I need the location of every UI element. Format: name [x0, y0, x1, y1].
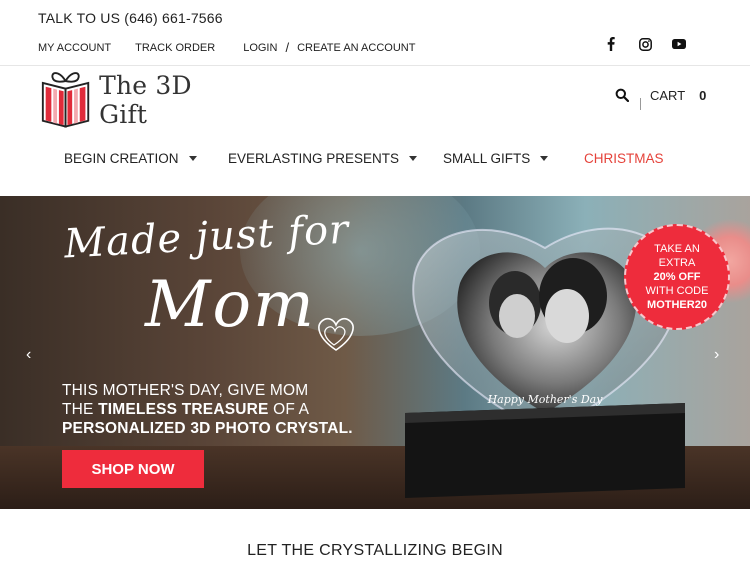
carousel-prev-button[interactable]: ‹ — [26, 346, 31, 364]
chevron-down-icon — [540, 156, 549, 161]
instagram-icon[interactable] — [638, 37, 652, 51]
create-account-link[interactable]: CREATE AN ACCOUNT — [297, 42, 415, 54]
chevron-down-icon — [409, 156, 418, 161]
main-nav: BEGIN CREATION EVERLASTING PRESENTS SMAL… — [0, 151, 750, 171]
promo-badge: TAKE AN EXTRA 20% OFF WITH CODE MOTHER20 — [624, 224, 730, 330]
search-button[interactable] — [615, 88, 631, 104]
tagline-emphasis: PERSONALIZED 3D PHOTO CRYSTAL. — [62, 420, 353, 437]
section-title: LET THE CRYSTALLIZING BEGIN — [247, 542, 503, 559]
site-logo[interactable]: The 3D Gift — [40, 68, 240, 132]
tagline-line2: THE TIMELESS TREASURE OF A — [62, 400, 353, 419]
promo-line1: TAKE AN — [654, 243, 700, 255]
hero-script-line2: Mom — [145, 268, 316, 342]
tagline-text: OF A — [268, 401, 310, 418]
login-link[interactable]: LOGIN — [243, 42, 277, 54]
cart-count: 0 — [699, 88, 707, 103]
carousel-next-button[interactable]: › — [714, 346, 719, 364]
cart-divider — [640, 98, 641, 110]
youtube-icon[interactable] — [672, 37, 686, 51]
nav-label: CHRISTMAS — [584, 151, 664, 166]
nav-label: BEGIN CREATION — [64, 151, 179, 166]
heart-doodle-icon — [318, 317, 354, 351]
phone-contact: TALK TO US (646) 661-7566 — [38, 10, 223, 26]
utility-nav: MY ACCOUNT TRACK ORDER LOGIN / CREATE AN… — [38, 40, 415, 55]
nav-label: EVERLASTING PRESENTS — [228, 151, 400, 166]
hero-banner[interactable]: Made just for Mom THIS MOTHER'S DAY, GIV… — [0, 196, 750, 509]
track-order-link[interactable]: TRACK ORDER — [135, 42, 215, 54]
cart-link[interactable]: CART 0 — [650, 88, 706, 103]
promo-code: MOTHER20 — [647, 299, 707, 311]
promo-line2: EXTRA — [658, 257, 696, 269]
nav-begin-creation[interactable]: BEGIN CREATION — [64, 151, 197, 166]
header-divider — [0, 65, 750, 66]
nav-label: SMALL GIFTS — [443, 151, 531, 166]
gift-box-icon — [41, 72, 90, 128]
facebook-icon[interactable] — [604, 37, 618, 51]
promo-line3: 20% OFF — [653, 271, 701, 283]
chevron-down-icon — [188, 156, 197, 161]
cart-label: CART — [650, 88, 686, 103]
social-links — [604, 37, 686, 51]
tagline-emphasis: TIMELESS TREASURE — [98, 401, 269, 418]
nav-everlasting-presents[interactable]: EVERLASTING PRESENTS — [228, 151, 418, 166]
search-icon — [615, 88, 630, 103]
nav-christmas[interactable]: CHRISTMAS — [584, 151, 664, 166]
tagline-line3: PERSONALIZED 3D PHOTO CRYSTAL. — [62, 419, 353, 438]
shop-now-button[interactable]: SHOP NOW — [62, 450, 204, 488]
tagline-line1: THIS MOTHER'S DAY, GIVE MOM — [62, 382, 309, 399]
promo-line4: WITH CODE — [645, 285, 709, 297]
tagline-text: THE — [62, 401, 99, 418]
crystal-caption: Happy Mother's Day — [487, 393, 604, 406]
utility-separator: / — [285, 40, 290, 55]
my-account-link[interactable]: MY ACCOUNT — [38, 42, 111, 54]
hero-tagline: THIS MOTHER'S DAY, GIVE MOM THE TIMELESS… — [62, 381, 353, 438]
nav-small-gifts[interactable]: SMALL GIFTS — [443, 151, 549, 166]
logo-text: The 3D Gift — [99, 71, 192, 129]
